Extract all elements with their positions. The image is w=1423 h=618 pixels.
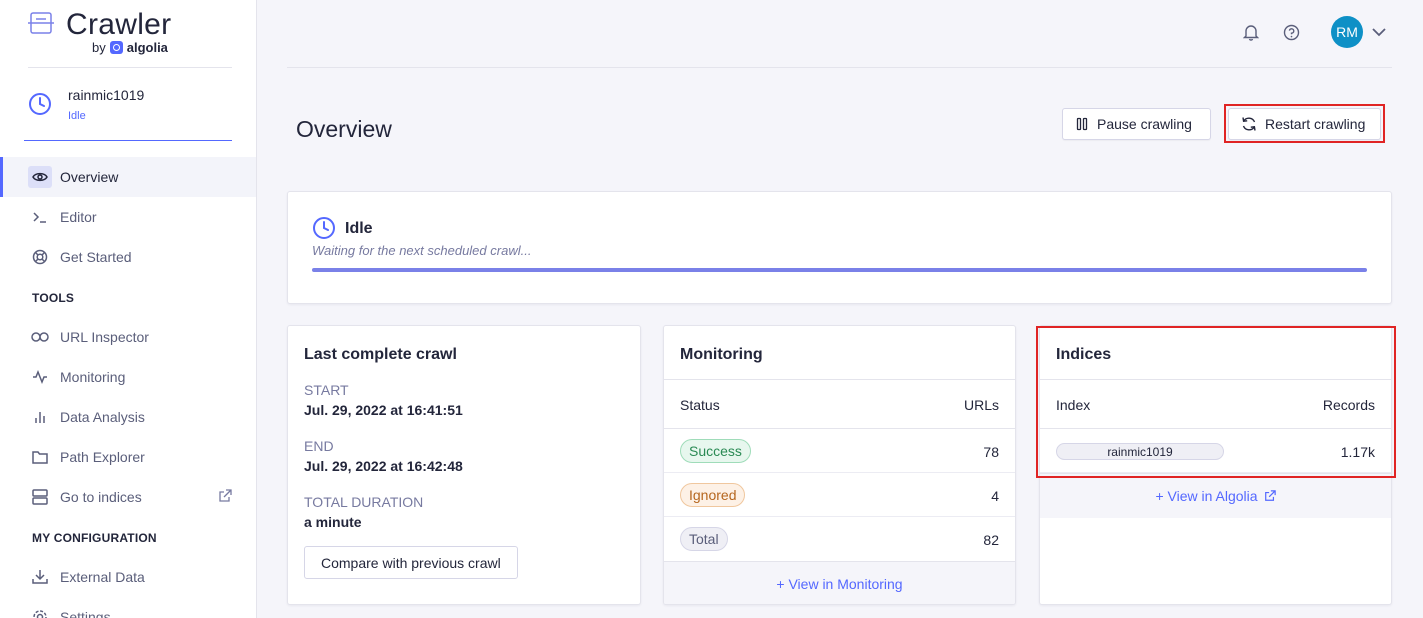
sidebar-item-label: Go to indices [60, 489, 142, 505]
page-title: Overview [296, 116, 392, 142]
end-label: END [304, 438, 334, 454]
crawl-progress-fill [312, 268, 1367, 272]
url-count: 4 [991, 488, 999, 504]
index-name-badge[interactable]: rainmic1019 [1056, 443, 1224, 460]
sidebar-item-label: Editor [60, 209, 97, 225]
sidebar-item-label: Get Started [60, 249, 132, 265]
sidebar-item-label: Monitoring [60, 369, 126, 385]
app-title: Crawler [66, 8, 172, 41]
refresh-icon [1242, 117, 1256, 131]
activity-icon [30, 368, 50, 386]
indices-title: Indices [1056, 346, 1112, 363]
sidebar-item-editor[interactable]: Editor [0, 197, 256, 237]
bar-chart-icon [30, 408, 50, 426]
header-divider [287, 67, 1392, 68]
start-label: START [304, 382, 349, 398]
sidebar-item-label: External Data [60, 569, 145, 585]
gear-icon [30, 608, 50, 618]
sidebar-item-label: Settings [60, 609, 111, 618]
pause-crawling-button[interactable]: Pause crawling [1062, 108, 1211, 140]
server-icon [30, 488, 50, 506]
sidebar-item-go-to-indices[interactable]: Go to indices [0, 477, 256, 517]
start-value: Jul. 29, 2022 at 16:41:51 [304, 402, 463, 418]
status-badge[interactable]: Success [680, 439, 751, 463]
records-column-header: Records [1322, 397, 1375, 413]
lifebuoy-icon [30, 248, 50, 266]
sidebar-item-path-explorer[interactable]: Path Explorer [0, 437, 256, 477]
config-section-heading: MY CONFIGURATION [32, 531, 157, 545]
sidebar-item-url-inspector[interactable]: URL Inspector [0, 317, 256, 357]
compare-previous-crawl-button[interactable]: Compare with previous crawl [304, 546, 518, 579]
duration-value: a minute [304, 514, 362, 530]
eye-icon [28, 166, 52, 188]
sidebar-item-label: URL Inspector [60, 329, 149, 345]
last-crawl-card: Last complete crawl START Jul. 29, 2022 … [287, 325, 641, 605]
pause-icon [1076, 117, 1088, 131]
sidebar-item-external-data[interactable]: External Data [0, 557, 256, 597]
help-icon[interactable] [1282, 23, 1300, 41]
sidebar-item-overview[interactable]: Overview [0, 157, 256, 197]
status-subtitle: Waiting for the next scheduled crawl... [312, 243, 532, 258]
status-badge[interactable]: Ignored [680, 483, 746, 507]
crawler-name: rainmic1019 [68, 87, 145, 103]
urls-column-header: URLs [963, 397, 999, 413]
sidebar: Crawler by algolia rainmic1019 Idle Over… [0, 0, 257, 618]
table-row: Total 82 [664, 517, 1015, 561]
view-in-monitoring-label: + View in Monitoring [776, 576, 903, 592]
last-crawl-title: Last complete crawl [304, 346, 457, 363]
view-in-algolia-link[interactable]: + View in Algolia [1040, 473, 1391, 518]
sidebar-item-monitoring[interactable]: Monitoring [0, 357, 256, 397]
app-logo[interactable]: Crawler by algolia [28, 8, 232, 68]
index-column-header: Index [1056, 397, 1091, 413]
sidebar-item-label: Path Explorer [60, 449, 145, 465]
end-value: Jul. 29, 2022 at 16:42:48 [304, 458, 463, 474]
tools-section-heading: TOOLS [32, 291, 75, 305]
chevron-down-icon[interactable] [1370, 23, 1388, 41]
monitoring-title: Monitoring [680, 346, 763, 363]
clock-icon [29, 93, 51, 115]
app-byline: by algolia [92, 40, 168, 55]
status-column-header: Status [680, 397, 720, 413]
duration-label: TOTAL DURATION [304, 494, 424, 510]
crawler-status: Idle [68, 110, 86, 122]
crawl-status-card: Idle Waiting for the next scheduled craw… [287, 191, 1392, 304]
crawler-selector[interactable]: rainmic1019 Idle [24, 78, 232, 141]
restart-crawling-label: Restart crawling [1265, 116, 1366, 132]
indices-card: Indices Index Records rainmic1019 1.17k … [1039, 325, 1392, 605]
crawler-logo-icon [28, 12, 54, 34]
bell-icon[interactable] [1242, 23, 1260, 41]
link-icon [30, 328, 50, 346]
table-row: Ignored 4 [664, 473, 1015, 517]
indices-table-header: Index Records [1040, 379, 1391, 429]
table-row: Success 78 [664, 429, 1015, 473]
record-count: 1.17k [1340, 444, 1375, 460]
sidebar-item-get-started[interactable]: Get Started [0, 237, 256, 277]
status-title: Idle [345, 220, 373, 237]
sidebar-item-label: Overview [60, 169, 119, 185]
crawl-progress-bar [312, 268, 1367, 272]
sidebar-item-label: Data Analysis [60, 409, 145, 425]
view-in-algolia-label: + View in Algolia [1155, 488, 1258, 504]
terminal-icon [30, 208, 50, 226]
url-count: 82 [983, 532, 999, 548]
brand-name: algolia [126, 40, 168, 55]
view-in-monitoring-link[interactable]: + View in Monitoring [664, 561, 1015, 604]
url-count: 78 [983, 444, 999, 460]
by-label: by [92, 40, 106, 55]
monitoring-table-header: Status URLs [664, 379, 1015, 429]
clock-icon [313, 217, 335, 239]
external-link-icon [1264, 490, 1276, 501]
table-row: rainmic1019 1.17k [1040, 429, 1391, 473]
monitoring-card: Monitoring Status URLs Success 78 Ignore… [663, 325, 1016, 605]
download-icon [30, 568, 50, 586]
restart-crawling-button[interactable]: Restart crawling [1228, 108, 1381, 140]
pause-crawling-label: Pause crawling [1097, 116, 1192, 132]
external-link-icon [219, 489, 232, 502]
folder-icon [30, 448, 50, 466]
sidebar-item-settings[interactable]: Settings [0, 597, 256, 618]
avatar[interactable]: RM [1331, 16, 1363, 48]
status-badge[interactable]: Total [680, 527, 728, 551]
algolia-icon [109, 41, 123, 54]
sidebar-item-data-analysis[interactable]: Data Analysis [0, 397, 256, 437]
